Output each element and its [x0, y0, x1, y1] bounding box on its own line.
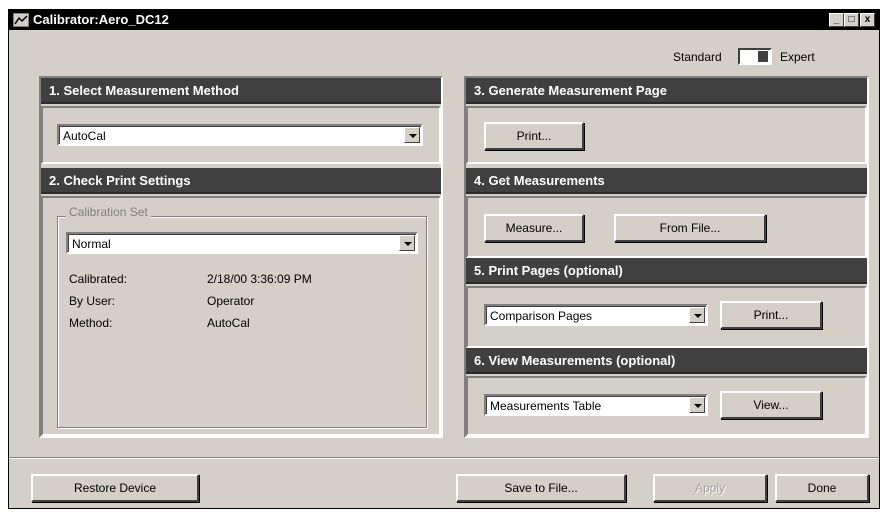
generate-print-button[interactable]: Print...: [484, 122, 584, 150]
pages-print-button[interactable]: Print...: [720, 301, 822, 329]
standard-label: Standard: [673, 50, 722, 64]
view-button[interactable]: View...: [720, 391, 822, 419]
calibrator-window: Calibrator:Aero_DC12 _ □ x Standard Expe…: [8, 9, 880, 509]
calibrated-label: Calibrated:: [69, 272, 128, 286]
chevron-down-icon[interactable]: [404, 127, 420, 143]
method-value: AutoCal: [207, 316, 250, 330]
title-bar[interactable]: Calibrator:Aero_DC12 _ □ x: [9, 10, 879, 30]
measurement-method-value: AutoCal: [63, 129, 106, 143]
mode-toggle[interactable]: [738, 48, 772, 65]
section-header-view-measurements: 6. View Measurements (optional): [466, 348, 867, 374]
section-body-generate-page: Print...: [466, 106, 867, 164]
calibration-set-label: Calibration Set: [66, 205, 151, 219]
section-header-select-method: 1. Select Measurement Method: [41, 78, 441, 104]
view-type-value: Measurements Table: [490, 399, 602, 413]
maximize-icon[interactable]: □: [844, 13, 859, 27]
close-icon[interactable]: x: [860, 13, 875, 27]
calibrated-value: 2/18/00 3:36:09 PM: [207, 272, 312, 286]
view-type-dropdown[interactable]: Measurements Table: [484, 394, 708, 416]
chevron-down-icon[interactable]: [399, 235, 415, 251]
save-to-file-button[interactable]: Save to File...: [456, 474, 626, 502]
done-button[interactable]: Done: [775, 474, 869, 502]
section-body-print-pages: Comparison Pages Print...: [466, 286, 867, 348]
method-label: Method:: [69, 316, 113, 330]
measurement-method-dropdown[interactable]: AutoCal: [57, 124, 423, 146]
measure-button[interactable]: Measure...: [484, 214, 584, 242]
from-file-button[interactable]: From File...: [614, 214, 766, 242]
section-header-get-measurements: 4. Get Measurements: [466, 168, 867, 194]
calibration-set-dropdown[interactable]: Normal: [66, 232, 418, 254]
print-pages-dropdown[interactable]: Comparison Pages: [484, 304, 708, 326]
calibration-set-value: Normal: [72, 237, 111, 251]
chevron-down-icon[interactable]: [689, 397, 705, 413]
by-user-label: By User:: [69, 294, 116, 308]
section-header-generate-page: 3. Generate Measurement Page: [466, 78, 867, 104]
section-header-print-pages: 5. Print Pages (optional): [466, 258, 867, 284]
toggle-knob: [758, 51, 768, 62]
section-header-print-settings: 2. Check Print Settings: [41, 168, 441, 194]
restore-device-button[interactable]: Restore Device: [31, 474, 199, 502]
section-body-select-method: AutoCal: [41, 106, 441, 164]
app-icon: [13, 13, 29, 27]
apply-button[interactable]: Apply: [653, 474, 767, 502]
by-user-value: Operator: [207, 294, 255, 308]
expert-label: Expert: [780, 50, 815, 64]
minimize-icon[interactable]: _: [829, 13, 844, 27]
chevron-down-icon[interactable]: [689, 307, 705, 323]
section-body-view-measurements: Measurements Table View...: [466, 376, 867, 436]
footer-separator: [9, 457, 879, 459]
window-title: Calibrator:Aero_DC12: [33, 12, 169, 27]
section-body-get-measurements: Measure... From File...: [466, 196, 867, 258]
print-pages-value: Comparison Pages: [490, 309, 593, 323]
